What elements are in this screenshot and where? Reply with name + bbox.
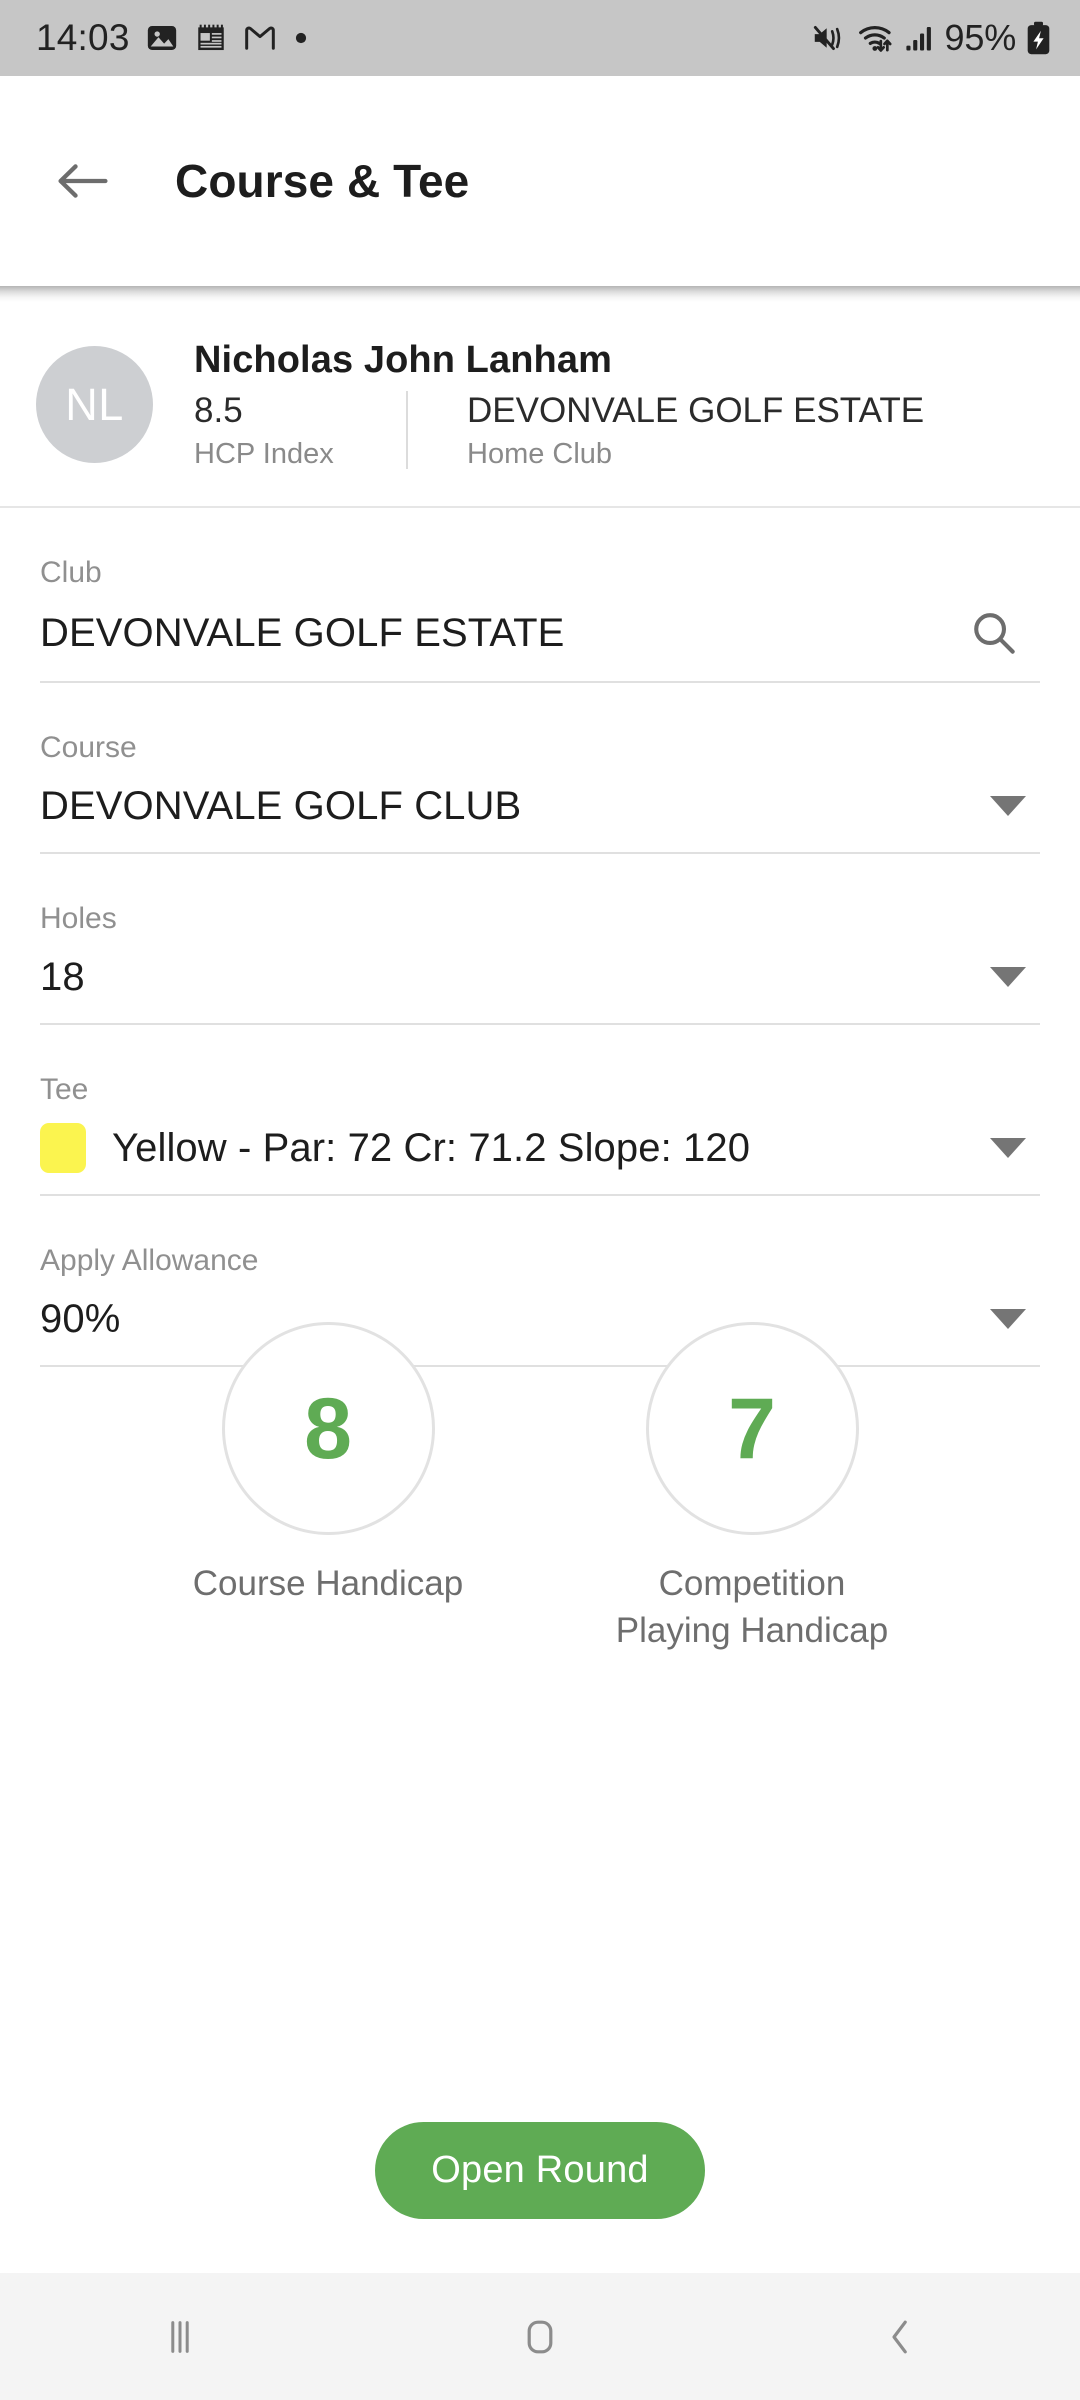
calendar-icon bbox=[197, 24, 224, 51]
hcp-index-stat: 8.5 HCP Index bbox=[194, 391, 406, 471]
status-bar-left: 14:03 bbox=[36, 17, 310, 59]
recents-icon bbox=[171, 2320, 189, 2353]
hcp-index-value: 8.5 bbox=[194, 390, 243, 430]
mute-vibrate-icon bbox=[813, 26, 840, 50]
back-chevron-icon bbox=[892, 2320, 907, 2353]
club-row: DEVONVALE GOLF ESTATE bbox=[40, 603, 1040, 663]
home-club-stat: DEVONVALE GOLF ESTATE Home Club bbox=[467, 391, 924, 471]
chevron-down-icon[interactable] bbox=[990, 796, 1026, 816]
course-tee-form: Club DEVONVALE GOLF ESTATE Course DEVONV… bbox=[0, 508, 1080, 1367]
profile-stats: 8.5 HCP Index DEVONVALE GOLF ESTATE Home… bbox=[194, 390, 924, 471]
profile-info: Nicholas John Lanham 8.5 HCP Index DEVON… bbox=[194, 339, 924, 471]
chevron-down-icon[interactable] bbox=[990, 967, 1026, 987]
home-club-value: DEVONVALE GOLF ESTATE bbox=[467, 390, 925, 430]
field-tee[interactable]: Tee Yellow - Par: 72 Cr: 71.2 Slope: 120 bbox=[40, 1025, 1040, 1196]
nav-recents-button[interactable] bbox=[110, 2287, 250, 2387]
search-icon bbox=[974, 613, 1015, 654]
status-bar: 14:03 95% bbox=[0, 0, 1080, 76]
profile-name: Nicholas John Lanham bbox=[194, 338, 612, 381]
tee-value: Yellow - Par: 72 Cr: 71.2 Slope: 120 bbox=[112, 1125, 751, 1170]
notification-dot-icon bbox=[295, 32, 306, 44]
holes-row: 18 bbox=[40, 949, 1040, 1005]
app-bar-shadow bbox=[0, 286, 1080, 302]
tee-color-swatch bbox=[40, 1123, 86, 1173]
handicap-results: 8 Course Handicap 7 Competition Playing … bbox=[0, 1322, 1080, 1654]
club-label: Club bbox=[40, 556, 102, 589]
page-title: Course & Tee bbox=[175, 155, 470, 207]
competition-handicap-circle: 7 bbox=[645, 1322, 859, 1535]
wifi-icon bbox=[858, 26, 892, 52]
field-course[interactable]: Course DEVONVALE GOLF CLUB bbox=[40, 683, 1040, 854]
home-club-label: Home Club bbox=[467, 437, 613, 470]
status-bar-right: 95% bbox=[812, 17, 1052, 59]
app-bar: Course & Tee bbox=[0, 76, 1080, 286]
stat-divider bbox=[406, 390, 408, 469]
battery-charging-icon bbox=[1027, 21, 1050, 55]
competition-handicap-value: 7 bbox=[728, 1380, 776, 1477]
avatar: NL bbox=[36, 346, 153, 463]
tee-label: Tee bbox=[40, 1073, 89, 1106]
tee-row: Yellow - Par: 72 Cr: 71.2 Slope: 120 bbox=[40, 1120, 1040, 1176]
gmail-icon bbox=[244, 26, 275, 50]
course-value: DEVONVALE GOLF CLUB bbox=[40, 783, 522, 828]
competition-handicap-item: 7 Competition Playing Handicap bbox=[607, 1322, 897, 1654]
open-round-button[interactable]: Open Round bbox=[375, 2122, 705, 2219]
course-handicap-item: 8 Course Handicap bbox=[183, 1322, 473, 1654]
allowance-label: Apply Allowance bbox=[40, 1244, 259, 1277]
home-icon bbox=[527, 2320, 553, 2353]
system-nav-bar bbox=[0, 2273, 1080, 2400]
profile-summary: NL Nicholas John Lanham 8.5 HCP Index DE… bbox=[0, 302, 1080, 507]
course-handicap-label: Course Handicap bbox=[192, 1564, 464, 1603]
holes-label: Holes bbox=[40, 902, 117, 935]
course-label: Course bbox=[40, 731, 137, 764]
app-screen: 14:03 95% Course & Tee NL Nicholas John … bbox=[0, 0, 1080, 2400]
chevron-down-icon[interactable] bbox=[990, 1138, 1026, 1158]
field-club[interactable]: Club DEVONVALE GOLF ESTATE bbox=[40, 508, 1040, 683]
hcp-index-label: HCP Index bbox=[194, 437, 334, 470]
battery-percent-label: 95% bbox=[944, 17, 1017, 58]
field-holes[interactable]: Holes 18 bbox=[40, 854, 1040, 1025]
competition-handicap-label: Competition Playing Handicap bbox=[615, 1564, 889, 1650]
course-row: DEVONVALE GOLF CLUB bbox=[40, 778, 1040, 834]
open-round-container: Open Round bbox=[0, 2122, 1080, 2219]
club-search-button[interactable] bbox=[964, 603, 1024, 663]
back-arrow-icon bbox=[58, 164, 108, 198]
signal-bars-icon bbox=[905, 26, 931, 51]
nav-back-button[interactable] bbox=[830, 2287, 970, 2387]
course-handicap-circle: 8 bbox=[221, 1322, 435, 1535]
back-button[interactable] bbox=[50, 148, 116, 214]
holes-value: 18 bbox=[40, 954, 85, 999]
gallery-icon bbox=[147, 25, 176, 51]
status-time: 14:03 bbox=[36, 17, 130, 58]
nav-home-button[interactable] bbox=[470, 2287, 610, 2387]
avatar-initials: NL bbox=[65, 378, 124, 430]
club-value: DEVONVALE GOLF ESTATE bbox=[40, 610, 565, 655]
course-handicap-value: 8 bbox=[304, 1380, 352, 1477]
